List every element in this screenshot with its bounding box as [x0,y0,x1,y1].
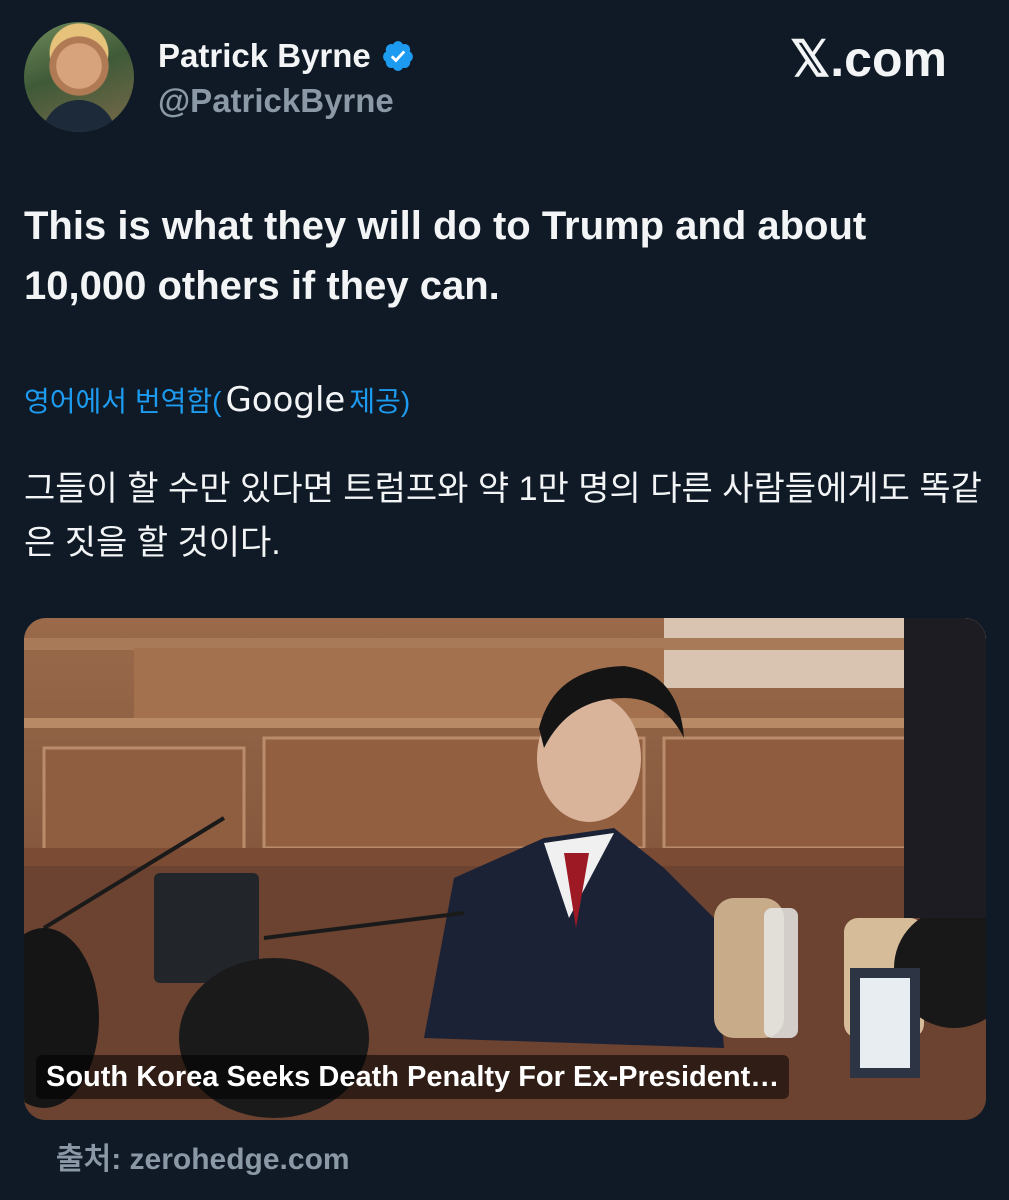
author-name-row: Patrick Byrne [158,34,415,78]
translation-label[interactable]: 영어에서 번역함( Google 제공) [24,380,410,420]
tweet-text: This is what they will do to Trump and a… [24,204,867,308]
link-card-photo [24,618,986,1120]
link-card-source[interactable]: 출처: zerohedge.com [56,1134,350,1178]
link-card-title[interactable]: South Korea Seeks Death Penalty For Ex-P… [36,1055,790,1099]
avatar-shirt [42,100,116,132]
tweet-header: Patrick Byrne @PatrickByrne 𝕏.com [0,0,1009,150]
google-logo: Google [225,380,346,420]
link-card[interactable] [24,618,986,1120]
translation-label-suffix: 제공) [349,386,411,417]
x-com-logo: 𝕏.com [790,31,947,87]
verified-badge-icon [382,41,413,71]
author-handle[interactable]: @PatrickByrne [158,82,394,120]
author-avatar[interactable] [24,22,134,132]
translated-text: 그들이 할 수만 있다면 트럼프와 약 1만 명의 다른 사람들에게도 똑같은 … [24,470,982,562]
author-display-name[interactable]: Patrick Byrne [158,37,371,75]
translation-label-prefix: 영어에서 번역함( [24,386,222,417]
